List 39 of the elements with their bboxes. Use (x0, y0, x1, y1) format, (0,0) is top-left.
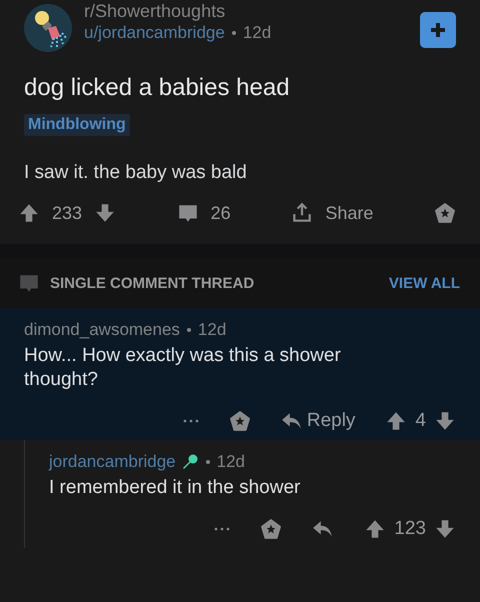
separator-dot (232, 31, 236, 35)
join-button[interactable] (420, 12, 456, 48)
post-body: I saw it. the baby was bald (24, 162, 248, 184)
microphone-icon (180, 453, 199, 471)
downvote-icon[interactable] (94, 202, 116, 224)
downvote-icon[interactable] (434, 518, 456, 540)
more-icon[interactable] (214, 527, 230, 531)
comment-age: 12d (216, 452, 246, 472)
post-title: dog licked a babies head (24, 74, 291, 102)
upvote-icon[interactable] (385, 410, 408, 432)
award-icon[interactable] (228, 410, 251, 432)
reply-button[interactable]: Reply (280, 410, 356, 432)
comment-score: 4 (415, 410, 426, 432)
comment-text: I remembered it in the shower (49, 476, 302, 500)
upvote-icon[interactable] (18, 202, 40, 224)
award-icon[interactable] (260, 518, 282, 540)
comment-author[interactable]: dimond_awsomenes (24, 320, 180, 340)
separator-dot (206, 460, 210, 464)
comment-count: 26 (210, 202, 231, 224)
comment-author[interactable]: jordancambridge (49, 452, 176, 472)
post-flair[interactable]: Mindblowing (24, 114, 130, 136)
award-icon[interactable] (434, 202, 456, 224)
downvote-icon[interactable] (434, 410, 456, 432)
post-score: 233 (52, 202, 82, 224)
post-age: 12d (242, 22, 272, 44)
plus-icon (430, 22, 446, 38)
comment-score: 123 (394, 518, 426, 540)
separator-dot (186, 328, 191, 332)
post-author[interactable]: u/jordancambridge (84, 22, 225, 44)
subreddit-avatar[interactable] (24, 4, 72, 52)
comment-age: 12d (198, 320, 226, 340)
view-all-link[interactable]: VIEW ALL (388, 274, 460, 292)
share-label[interactable]: Share (325, 202, 374, 224)
upvote-icon[interactable] (364, 518, 386, 540)
subreddit-name[interactable]: r/Showerthoughts (84, 0, 408, 22)
more-icon[interactable] (182, 419, 199, 423)
share-icon[interactable] (291, 202, 314, 224)
thread-label: SINGLE COMMENT THREAD (50, 274, 256, 292)
comment-text: How... How exactly was this a shower thought? (24, 344, 342, 392)
